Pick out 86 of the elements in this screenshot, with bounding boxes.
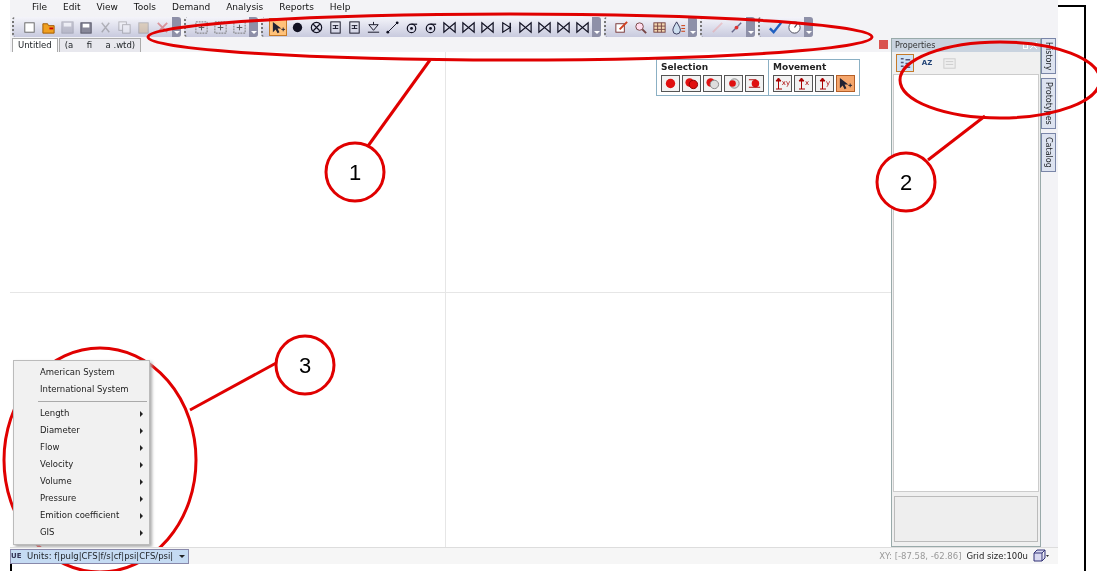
submenu-arrow-icon bbox=[140, 495, 143, 502]
callout-number: 1 bbox=[324, 141, 386, 203]
document-tab[interactable]: Untitled bbox=[12, 38, 58, 52]
tank-icon bbox=[346, 19, 362, 35]
clipboard-icon bbox=[135, 19, 151, 35]
valve-icon bbox=[460, 19, 476, 35]
menu-item[interactable]: Emition coefficient bbox=[14, 507, 149, 524]
callout-number: 3 bbox=[274, 334, 336, 396]
two-circles-icon bbox=[684, 75, 699, 91]
panel-title: Selection bbox=[661, 61, 710, 74]
menu-item[interactable]: Pressure bbox=[14, 490, 149, 507]
side-tab[interactable]: Catalog bbox=[1041, 133, 1056, 172]
callout-number: 2 bbox=[875, 151, 937, 213]
axis-arrow-icon bbox=[818, 76, 826, 90]
overflow-icon[interactable] bbox=[249, 17, 258, 37]
overflow-icon[interactable] bbox=[804, 17, 813, 37]
caret-icon bbox=[179, 554, 186, 558]
tool-button[interactable] bbox=[669, 18, 687, 36]
two-circles-icon bbox=[726, 75, 741, 91]
submenu-arrow-icon bbox=[140, 427, 143, 434]
valve-icon bbox=[441, 19, 457, 35]
menu-item[interactable]: Volume bbox=[14, 473, 149, 490]
menu-item[interactable]: Edit bbox=[55, 1, 89, 15]
pointer-icon bbox=[838, 75, 853, 91]
menu-item[interactable]: Length bbox=[14, 405, 149, 422]
menu-item[interactable]: Reports bbox=[271, 1, 322, 15]
two-circles-icon bbox=[705, 75, 720, 91]
submenu-arrow-icon bbox=[140, 444, 143, 451]
selection-button[interactable] bbox=[703, 74, 722, 92]
submenu-arrow-icon bbox=[140, 529, 143, 536]
menu-item[interactable]: Demand bbox=[164, 1, 219, 15]
selection-button[interactable] bbox=[724, 74, 743, 92]
axis-arrow-icon bbox=[797, 76, 805, 90]
side-tab[interactable]: History bbox=[1041, 38, 1056, 75]
coordinates-text: XY: [-87.58, -62.86] bbox=[879, 549, 962, 563]
submenu-arrow-icon bbox=[140, 478, 143, 485]
pin-icon[interactable] bbox=[1022, 42, 1028, 49]
drop-icon bbox=[670, 19, 686, 35]
document-tab[interactable]: (a fi a .wtd) bbox=[58, 38, 142, 52]
menu-item[interactable]: GIS bbox=[14, 524, 149, 541]
overflow-icon[interactable] bbox=[746, 17, 755, 37]
overflow-icon[interactable] bbox=[688, 17, 697, 37]
submenu-arrow-icon bbox=[140, 512, 143, 519]
overflow-icon[interactable] bbox=[172, 17, 181, 37]
delete-icon bbox=[154, 19, 170, 35]
page-icon bbox=[21, 19, 37, 35]
pointer-icon bbox=[270, 19, 286, 35]
menu-item[interactable]: Help bbox=[321, 1, 359, 15]
side-tab[interactable]: Prototypes bbox=[1041, 78, 1056, 130]
valve-icon bbox=[536, 19, 552, 35]
menu-item[interactable]: Analysis bbox=[218, 1, 272, 15]
menu-item[interactable]: Tools bbox=[125, 1, 165, 15]
tank-icon bbox=[327, 19, 343, 35]
pencil-icon bbox=[613, 19, 629, 35]
grid-size-text: Grid size:100u bbox=[966, 549, 1028, 563]
search-icon bbox=[632, 19, 648, 35]
selection-button[interactable] bbox=[661, 74, 680, 92]
submenu-arrow-icon bbox=[140, 461, 143, 468]
menu-item[interactable]: American System bbox=[14, 364, 149, 381]
line-icon bbox=[384, 19, 400, 35]
valve-icon bbox=[517, 19, 533, 35]
valve-icon bbox=[479, 19, 495, 35]
selection-button[interactable] bbox=[745, 74, 764, 92]
move-button[interactable] bbox=[836, 74, 855, 92]
copy-icon bbox=[116, 19, 132, 35]
menu-item[interactable]: File bbox=[24, 1, 56, 15]
property-pages-icon bbox=[941, 55, 957, 71]
selection-button[interactable] bbox=[682, 74, 701, 92]
crossed-circle-icon bbox=[308, 19, 324, 35]
cube-icon[interactable] bbox=[1032, 549, 1050, 563]
menu-item[interactable]: Flow bbox=[14, 439, 149, 456]
triangle-icon bbox=[365, 19, 381, 35]
menu-item[interactable]: Diameter bbox=[14, 422, 149, 439]
panel-title: Movement bbox=[773, 61, 828, 74]
ruler-icon bbox=[709, 19, 725, 35]
panel-title: Properties bbox=[895, 39, 936, 52]
valve-icon bbox=[555, 19, 571, 35]
submenu-arrow-icon bbox=[140, 410, 143, 417]
valve-icon bbox=[574, 19, 590, 35]
leader-line bbox=[927, 114, 986, 162]
menu-item[interactable]: Velocity bbox=[14, 456, 149, 473]
menu-item[interactable]: View bbox=[88, 1, 126, 15]
table-icon bbox=[651, 19, 667, 35]
menu-item[interactable]: International System bbox=[14, 381, 149, 398]
close-icon[interactable] bbox=[1030, 42, 1037, 49]
axis-arrow-icon bbox=[774, 76, 782, 90]
